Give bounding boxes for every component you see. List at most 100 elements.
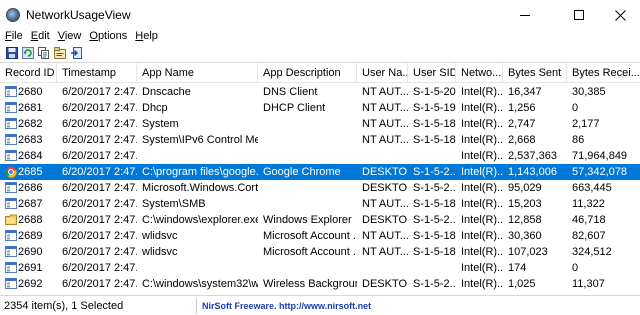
properties-button[interactable] [52, 46, 67, 61]
maximize-icon [574, 10, 584, 20]
cell-record-id: 2686 [18, 182, 43, 194]
cell-timestamp: 6/20/2017 2:47... [62, 230, 137, 242]
cell-app-name: C:\program files\google... [142, 166, 258, 178]
cell-timestamp: 6/20/2017 2:47... [62, 182, 137, 194]
menu-file[interactable]: File [0, 28, 27, 44]
table-row[interactable]: 2680 6/20/2017 2:47... Dnscache DNS Client N… [0, 84, 640, 100]
cell-user-sid: S-1-5-18 [413, 230, 456, 242]
cell-app-description: Windows Explorer [263, 214, 352, 226]
table-row[interactable]: 2685 6/20/2017 2:47... C:\program files\go… [0, 164, 640, 180]
cell-user-sid: S-1-5-2... [413, 214, 456, 226]
cell-app-description: Google Chrome [263, 166, 341, 178]
cell-record-id: 2692 [18, 278, 43, 290]
column-header-network[interactable]: Netwo... [456, 63, 503, 83]
cell-network: Intel(R)... [461, 198, 503, 210]
cell-user-name: NT AUT... [362, 246, 408, 258]
cell-app-description [258, 180, 357, 196]
close-button[interactable] [600, 0, 640, 30]
column-header-app-description[interactable]: App Description [258, 63, 357, 83]
table-row[interactable]: 2688 6/20/2017 2:47... C:\windows\explorer… [0, 212, 640, 228]
cell-bytes-sent: 15,203 [508, 198, 542, 210]
cell-timestamp: 6/20/2017 2:47... [62, 86, 137, 98]
cell-user-name [357, 148, 408, 164]
menu-view[interactable]: View [54, 28, 86, 44]
cell-app-name: wlidsvc [142, 230, 178, 242]
column-header-timestamp[interactable]: Timestamp▽ [57, 63, 137, 83]
cell-bytes-received: 0 [572, 102, 579, 114]
cell-app-name: System [142, 118, 179, 130]
column-header-bytes-sent[interactable]: Bytes Sent [503, 63, 567, 83]
cell-user-name: NT AUT... [362, 134, 408, 146]
cell-network: Intel(R)... [461, 134, 503, 146]
cell-app-name: System\SMB [142, 198, 206, 210]
cell-bytes-received: 11,307 [572, 278, 605, 290]
column-header-user-sid[interactable]: User SID [408, 63, 456, 83]
table-row[interactable]: 2684 6/20/2017 2:47... Intel(R)... 2,537,36… [0, 148, 640, 164]
column-header-record-id[interactable]: Record ID [0, 63, 57, 83]
cell-user-name [357, 260, 408, 276]
save-icon [5, 47, 18, 59]
minimize-icon [520, 14, 530, 16]
cell-bytes-sent: 95,029 [508, 182, 542, 194]
cell-record-id: 2690 [18, 246, 43, 258]
minimize-button[interactable] [502, 0, 548, 30]
save-button[interactable] [4, 46, 19, 61]
cell-user-name: NT AUT... [362, 118, 408, 130]
copy-button[interactable] [36, 46, 51, 61]
cell-record-id: 2689 [18, 230, 43, 242]
records-table[interactable]: Record ID Timestamp▽ App Name App Descri… [0, 62, 640, 294]
cell-record-id: 2685 [18, 166, 43, 178]
menu-options[interactable]: Options [85, 28, 131, 44]
cell-user-sid [408, 260, 456, 276]
cell-app-name: wlidsvc [142, 246, 178, 258]
cell-app-description [258, 116, 357, 132]
refresh-icon [21, 47, 34, 59]
cell-bytes-sent: 107,023 [508, 246, 548, 258]
cell-network: Intel(R)... [461, 118, 503, 130]
cell-record-id: 2684 [18, 150, 43, 162]
table-row[interactable]: 2681 6/20/2017 2:47... Dhcp DHCP Client NT A… [0, 100, 640, 116]
cell-record-id: 2682 [18, 118, 43, 130]
cell-network: Intel(R)... [461, 246, 503, 258]
cell-timestamp: 6/20/2017 2:47... [62, 134, 137, 146]
nirsoft-link[interactable]: NirSoft Freeware. http://www.nirsoft.net [202, 301, 371, 311]
table-row[interactable]: 2683 6/20/2017 2:47... System\IPv6 Control… [0, 132, 640, 148]
menu-help[interactable]: Help [131, 28, 162, 44]
cell-user-name: NT AUT... [362, 102, 408, 114]
cell-user-sid: S-1-5-2... [413, 166, 456, 178]
cell-bytes-received: 324,512 [572, 246, 612, 258]
table-row[interactable]: 2687 6/20/2017 2:47... System\SMB NT AUT...… [0, 196, 640, 212]
table-row[interactable]: 2690 6/20/2017 2:47... wlidsvc Microsoft Ac… [0, 244, 640, 260]
exit-icon [70, 47, 82, 59]
cell-record-id: 2688 [18, 214, 43, 226]
column-header-user-name[interactable]: User Na... [357, 63, 408, 83]
cell-app-name: C:\windows\system32\wi... [142, 278, 258, 290]
table-row[interactable]: 2691 6/20/2017 2:47... Intel(R)... 174 0 [0, 260, 640, 276]
cell-app-description: Microsoft Account ... [263, 246, 357, 258]
column-header-bytes-received[interactable]: Bytes Recei... [567, 63, 640, 83]
menu-edit[interactable]: Edit [27, 28, 54, 44]
cell-app-name: C:\windows\explorer.exe [142, 214, 258, 226]
column-header-app-name[interactable]: App Name [137, 63, 258, 83]
maximize-button[interactable] [556, 0, 602, 30]
table-row[interactable]: 2692 6/20/2017 2:47... C:\windows\system32… [0, 276, 640, 292]
table-header: Record ID Timestamp▽ App Name App Descri… [0, 63, 640, 83]
copy-icon [37, 47, 49, 59]
cell-app-description: DNS Client [263, 86, 318, 98]
cell-bytes-received: 11,322 [572, 198, 605, 210]
cell-app-description [258, 132, 357, 148]
cell-network: Intel(R)... [461, 262, 503, 274]
table-row[interactable]: 2682 6/20/2017 2:47... System NT AUT... S-1-… [0, 116, 640, 132]
cell-timestamp: 6/20/2017 2:47... [62, 166, 137, 178]
table-row[interactable]: 2686 6/20/2017 2:47... Microsoft.Windows.C… [0, 180, 640, 196]
exit-button[interactable] [68, 46, 83, 61]
cell-user-name: DESKTO... [362, 214, 408, 226]
globe-app-icon [6, 8, 20, 22]
table-row[interactable]: 2689 6/20/2017 2:47... wlidsvc Microsoft Ac… [0, 228, 640, 244]
cell-app-description [258, 260, 357, 276]
refresh-button[interactable] [20, 46, 35, 61]
cell-user-sid: S-1-5-19 [413, 102, 456, 114]
cell-record-id: 2691 [18, 262, 43, 274]
cell-bytes-received: 86 [572, 134, 585, 146]
window-title: NetworkUsageView [26, 8, 131, 22]
